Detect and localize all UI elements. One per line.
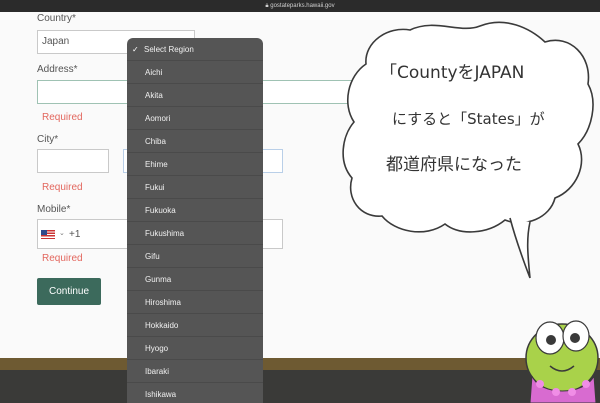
city-input[interactable] [37, 149, 109, 173]
region-dropdown[interactable]: ✓ Select Region Aichi Akita Aomori Chiba… [127, 38, 263, 403]
us-flag-icon[interactable] [41, 230, 55, 239]
chevron-down-icon[interactable]: ⌄ [59, 229, 65, 237]
dropdown-option[interactable]: Gunma [127, 268, 263, 291]
dropdown-option[interactable]: Hyogo [127, 337, 263, 360]
dropdown-option[interactable]: Ibaraki [127, 360, 263, 383]
dropdown-option[interactable]: Chiba [127, 130, 263, 153]
speech-bubble [342, 21, 594, 279]
bubble-text-line3: 都道府県になった [386, 155, 522, 175]
country-label: Country* [37, 13, 76, 24]
dropdown-option[interactable]: Ehime [127, 153, 263, 176]
country-value: Japan [42, 36, 70, 47]
dropdown-option-selected[interactable]: ✓ Select Region [127, 38, 263, 61]
mobile-error: Required [42, 253, 83, 264]
mascot-icon [525, 320, 599, 403]
dropdown-option[interactable]: Hokkaido [127, 314, 263, 337]
dropdown-option[interactable]: Aichi [127, 61, 263, 84]
url-text: gostateparks.hawaii.gov [270, 3, 335, 9]
dropdown-option[interactable]: Akita [127, 84, 263, 107]
address-label: Address* [37, 64, 78, 75]
city-label: City* [37, 134, 59, 145]
continue-button[interactable]: Continue [37, 278, 101, 305]
dropdown-option[interactable]: Fukushima [127, 222, 263, 245]
dropdown-option[interactable]: Gifu [127, 245, 263, 268]
address-error: Required [42, 112, 83, 123]
dial-code: +1 [69, 229, 81, 240]
bubble-text-line2: にすると「States」が [392, 110, 545, 128]
dropdown-option[interactable]: Hiroshima [127, 291, 263, 314]
bubble-text-line1: 「CountyをJAPAN [380, 63, 525, 83]
dropdown-option[interactable]: Aomori [127, 107, 263, 130]
city-error: Required [42, 182, 83, 193]
dropdown-option[interactable]: Ishikawa [127, 383, 263, 403]
dropdown-option[interactable]: Fukuoka [127, 199, 263, 222]
mobile-label: Mobile* [37, 204, 71, 215]
check-icon: ✓ [132, 45, 139, 54]
browser-url-bar[interactable]: 🔒︎ gostateparks.hawaii.gov [0, 0, 600, 12]
dropdown-option[interactable]: Fukui [127, 176, 263, 199]
